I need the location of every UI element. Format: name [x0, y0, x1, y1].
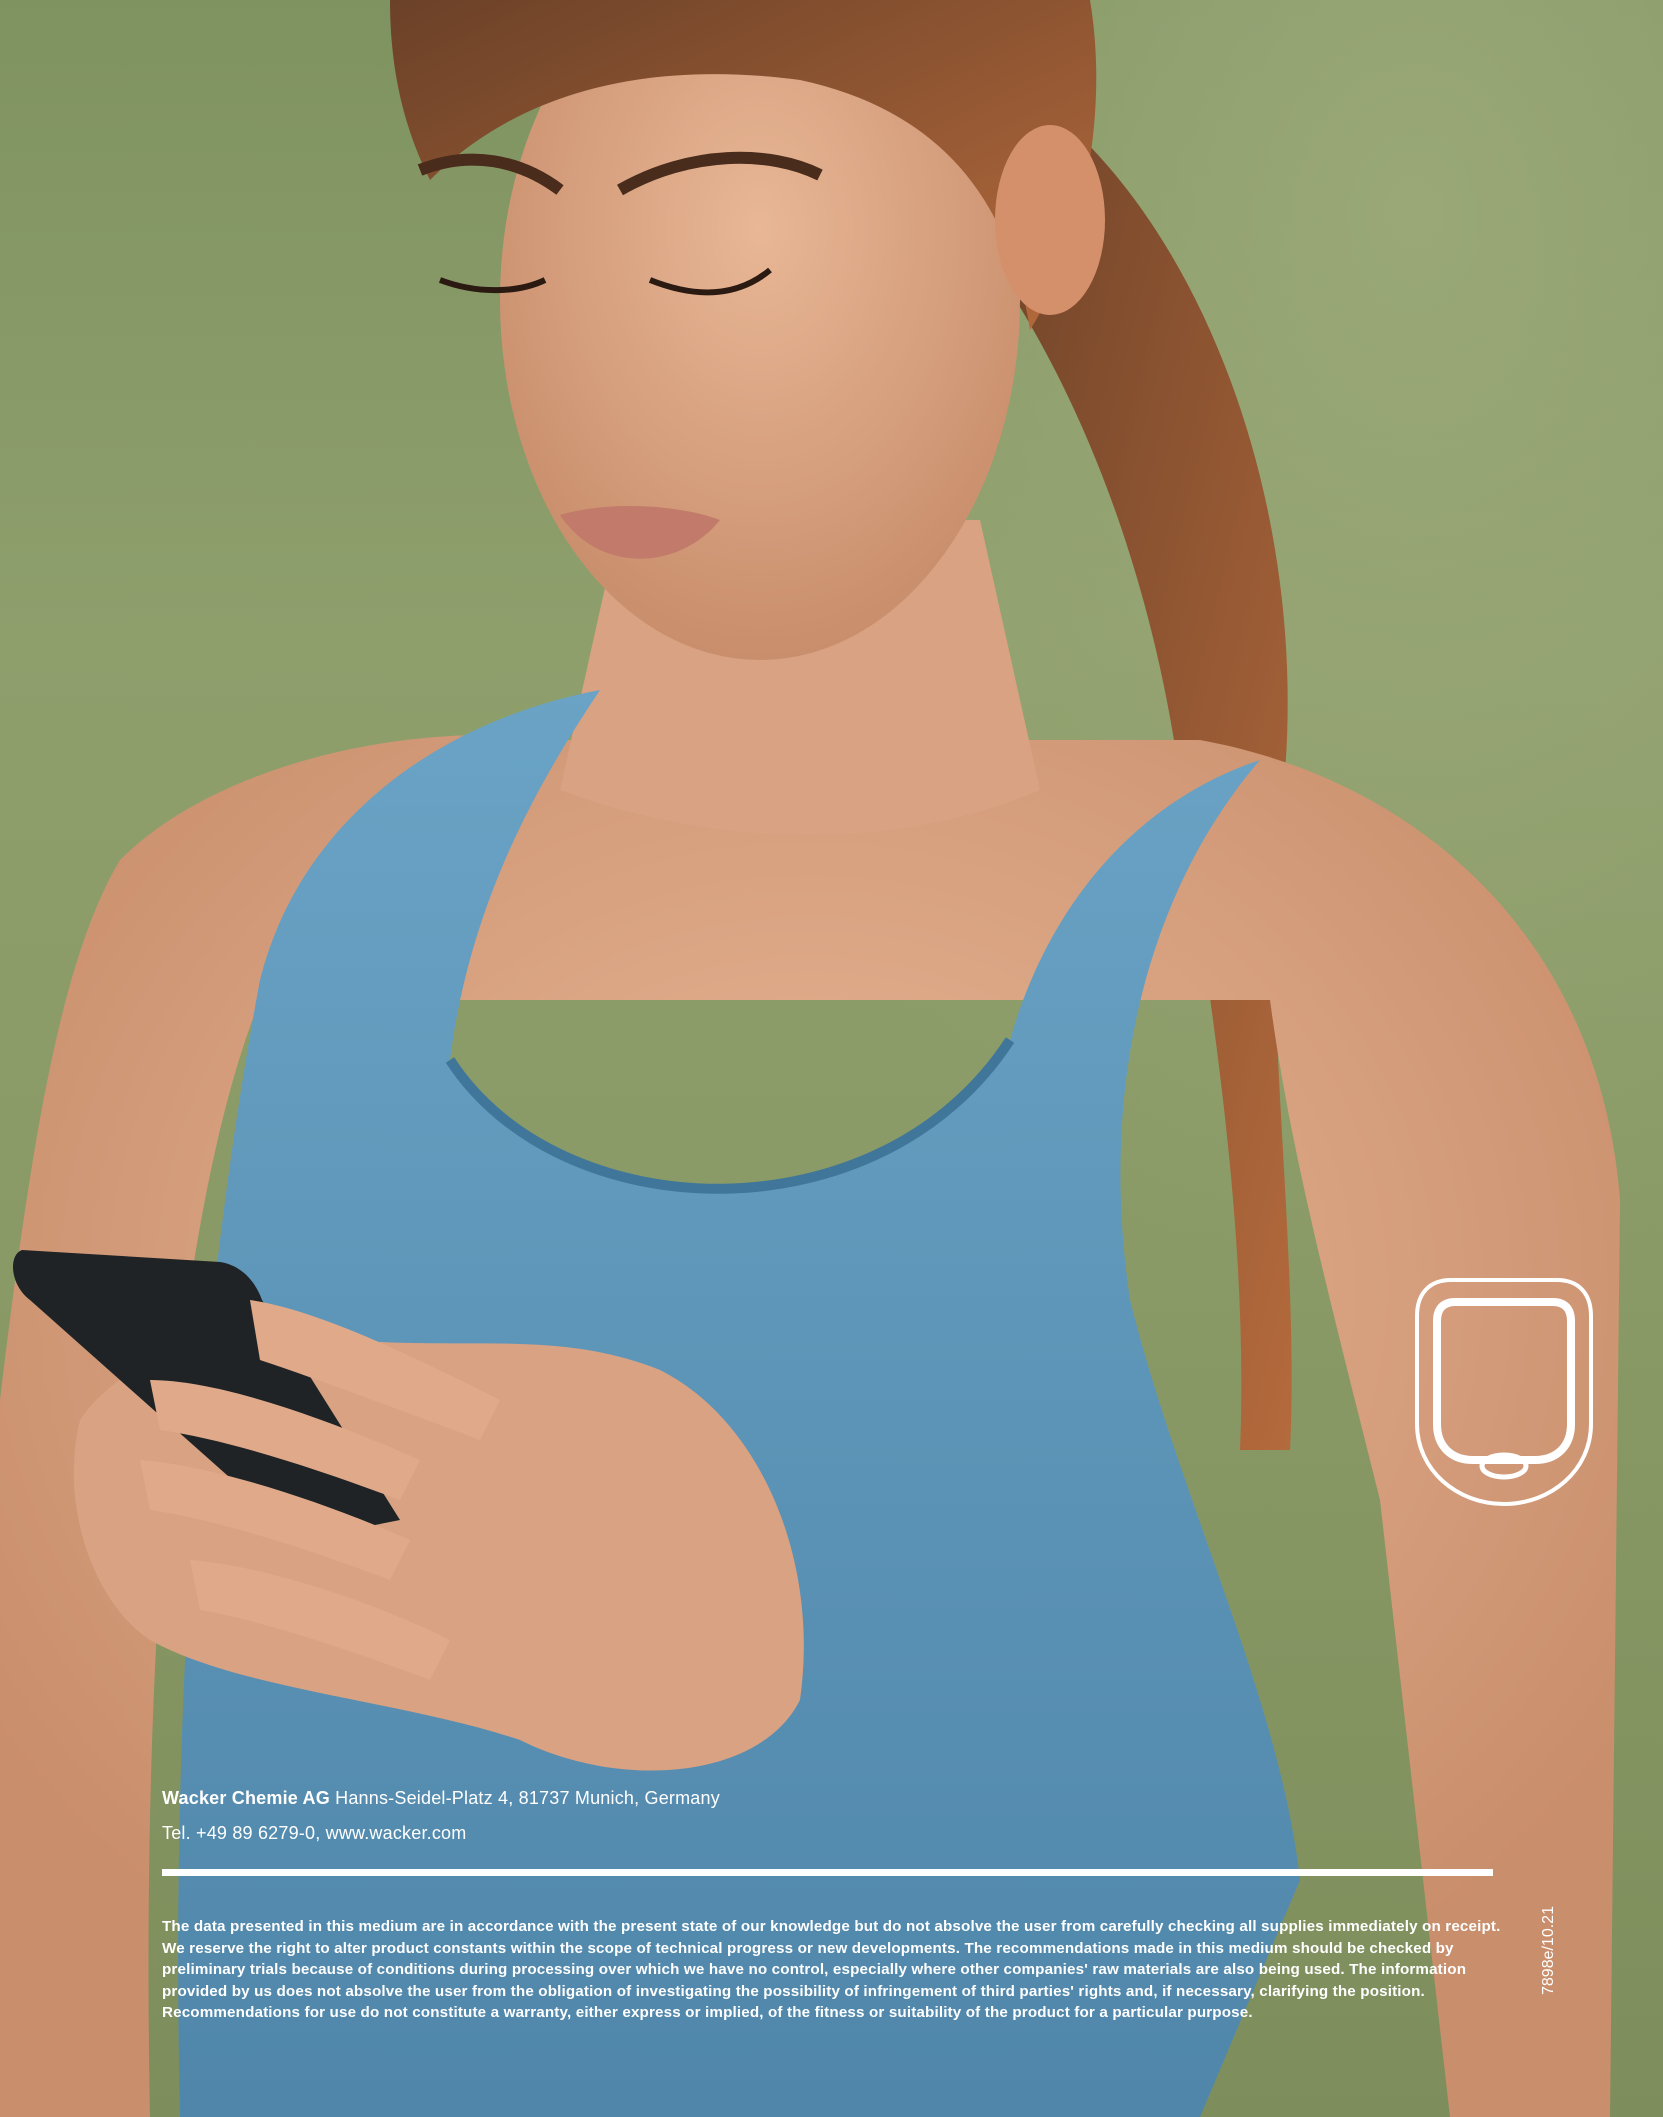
- contact-line: Tel. +49 89 6279-0, www.wacker.com: [162, 1823, 467, 1843]
- legal-disclaimer: The data presented in this medium are in…: [162, 1918, 1501, 2021]
- document-code: 7898e/10.21: [1540, 1906, 1557, 1995]
- glucose-sensor-outline-icon: [1415, 1278, 1593, 1507]
- company-name: Wacker Chemie AG: [162, 1788, 330, 1808]
- footer-divider: [162, 1869, 1493, 1876]
- company-address: Hanns-Seidel-Platz 4, 81737 Munich, Germ…: [335, 1788, 720, 1808]
- company-address-line: Wacker Chemie AG Hanns-Seidel-Platz 4, 8…: [162, 1788, 720, 1809]
